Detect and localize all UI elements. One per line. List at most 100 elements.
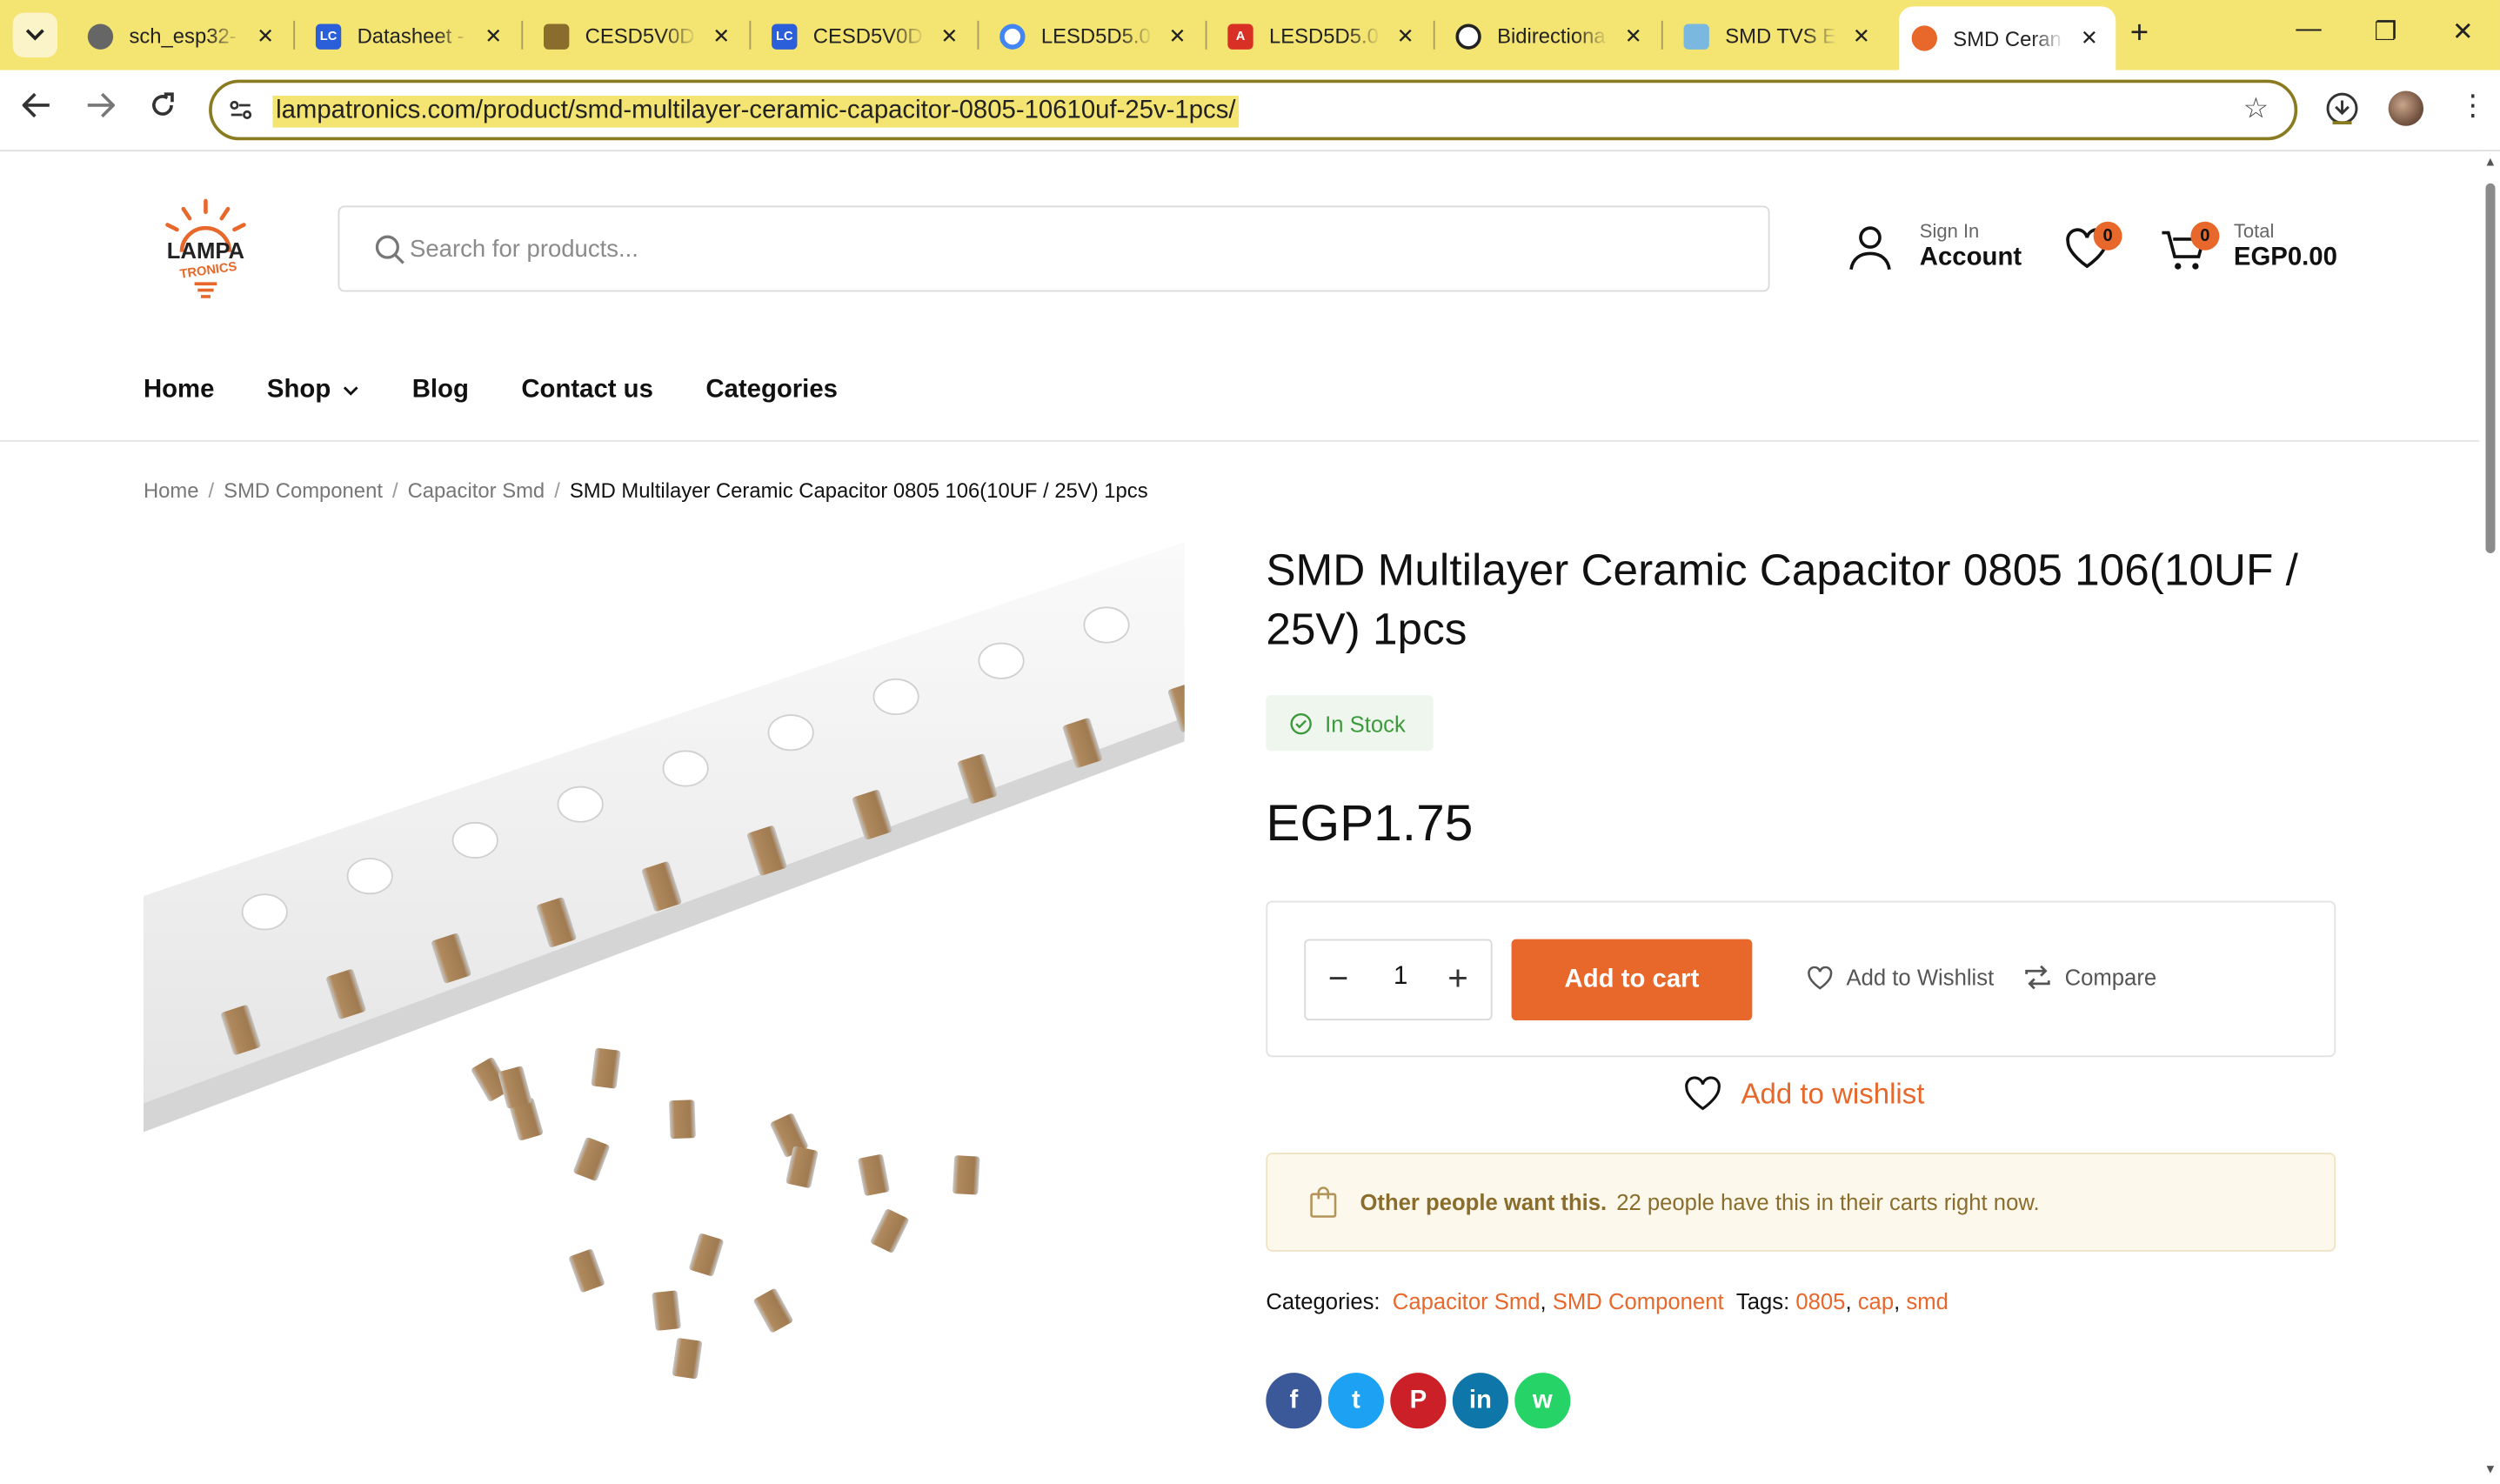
browser-tab[interactable]: sch_esp32- ✕	[75, 11, 282, 61]
reload-button[interactable]	[150, 92, 175, 125]
back-button[interactable]	[21, 92, 51, 125]
notice-bold: Other people want this.	[1360, 1189, 1608, 1215]
nav-shop[interactable]: Shop	[267, 377, 359, 405]
close-tab-icon[interactable]: ✕	[257, 23, 274, 49]
nav-categories[interactable]: Categories	[705, 377, 838, 405]
nav-home[interactable]: Home	[144, 377, 214, 405]
stock-status-badge: In Stock	[1266, 695, 1434, 752]
close-tab-icon[interactable]: ✕	[485, 23, 502, 49]
quantity-stepper: − 1 +	[1304, 939, 1493, 1021]
tab-title: CESD5V0D	[585, 23, 695, 48]
compare-link[interactable]: Compare	[2023, 965, 2156, 990]
scroll-down-arrow[interactable]: ▼	[2484, 1462, 2497, 1476]
quantity-decrease-button[interactable]: −	[1328, 959, 1349, 1000]
scroll-up-arrow[interactable]: ▲	[2484, 155, 2497, 169]
quantity-input[interactable]: 1	[1394, 963, 1407, 992]
whatsapp-share-icon[interactable]: w	[1514, 1373, 1571, 1429]
scrollbar-thumb[interactable]	[2485, 183, 2496, 554]
browser-menu-icon[interactable]: ⋮	[2458, 90, 2487, 123]
breadcrumb-smd-component[interactable]: SMD Component	[224, 478, 383, 502]
tab-title: SMD Ceran	[1953, 26, 2062, 50]
product-image[interactable]	[143, 542, 1185, 1395]
tab-search-button[interactable]	[12, 12, 57, 57]
openai-icon	[1455, 23, 1481, 49]
add-to-wishlist-link[interactable]: Add to Wishlist	[1807, 965, 1994, 990]
account-link[interactable]: Sign In Account	[1846, 220, 2022, 272]
tab-separator	[293, 20, 296, 50]
forward-button[interactable]	[86, 92, 116, 125]
breadcrumb-capacitor-smd[interactable]: Capacitor Smd	[408, 478, 545, 502]
pinterest-share-icon[interactable]: P	[1390, 1373, 1447, 1429]
search-icon[interactable]	[375, 234, 407, 266]
tab-separator	[1661, 20, 1663, 50]
browser-tab[interactable]: LESD5D5.0 ✕	[987, 11, 1194, 61]
browser-tab[interactable]: LC CESD5V0D ✕	[759, 11, 966, 61]
close-tab-icon[interactable]: ✕	[1853, 23, 1870, 49]
product-search-box[interactable]	[338, 205, 1770, 292]
facebook-share-icon[interactable]: f	[1266, 1373, 1322, 1429]
site-logo[interactable]: LAMPA TRONICS	[157, 197, 256, 299]
address-bar[interactable]: lampatronics.com/product/smd-multilayer-…	[209, 79, 2298, 141]
breadcrumb-home[interactable]: Home	[144, 478, 199, 502]
tag-link[interactable]: smd	[1906, 1288, 1948, 1314]
stock-label: In Stock	[1325, 710, 1406, 736]
restore-button[interactable]: ❐	[2374, 16, 2396, 48]
chevron-down-icon	[25, 29, 44, 41]
browser-tab[interactable]: LC Datasheet - ✕	[303, 11, 510, 61]
page-scrollbar[interactable]: ▲ ▼	[2479, 151, 2500, 1484]
add-to-wishlist-large-label: Add to wishlist	[1741, 1077, 1925, 1109]
categories-label: Categories:	[1266, 1287, 1380, 1314]
nav-contact[interactable]: Contact us	[521, 377, 653, 405]
browser-tab[interactable]: Bidirectiona ✕	[1443, 11, 1650, 61]
product-price: EGP1.75	[1266, 793, 1474, 852]
compare-label: Compare	[2064, 964, 2157, 991]
close-tab-icon[interactable]: ✕	[2081, 25, 2098, 50]
url-text[interactable]: lampatronics.com/product/smd-multilayer-…	[272, 95, 1240, 128]
add-to-cart-button[interactable]: Add to cart	[1511, 939, 1753, 1021]
total-label: Total	[2233, 219, 2275, 243]
social-share: f t Pin w	[1266, 1373, 1576, 1429]
lc-icon: LC	[772, 23, 798, 49]
search-input[interactable]	[410, 229, 1718, 268]
tab-title: SMD TVS E	[1725, 23, 1837, 48]
close-tab-icon[interactable]: ✕	[1169, 23, 1186, 49]
tag-link[interactable]: cap	[1858, 1288, 1894, 1314]
browser-tab[interactable]: SMD TVS E ✕	[1671, 11, 1878, 61]
close-tab-icon[interactable]: ✕	[1397, 23, 1414, 49]
new-tab-button[interactable]: +	[2130, 16, 2149, 52]
site-info-icon[interactable]	[228, 97, 253, 123]
browser-window: sch_esp32- ✕ LC Datasheet - ✕ CESD5V0D ✕ LC CESD…	[0, 0, 2500, 1484]
download-button[interactable]	[2324, 90, 2359, 133]
cart-demand-notice: Other people want this. 22 people have t…	[1266, 1153, 2336, 1252]
tab-separator	[749, 20, 752, 50]
globe-icon	[87, 23, 114, 49]
heart-icon	[1685, 1076, 1721, 1111]
breadcrumb: Home / SMD Component / Capacitor Smd / SMD Mul…	[143, 478, 1148, 503]
add-to-wishlist-large-link[interactable]: Add to wishlist	[1684, 1076, 1925, 1111]
arrow-right-icon	[87, 92, 116, 118]
nav-blog[interactable]: Blog	[412, 377, 469, 405]
category-link[interactable]: Capacitor Smd	[1393, 1288, 1541, 1314]
tab-title: Bidirectiona	[1497, 23, 1606, 48]
tag-link[interactable]: 0805	[1795, 1288, 1845, 1314]
close-tab-icon[interactable]: ✕	[712, 23, 730, 49]
browser-tab[interactable]: SMD Ceran ✕	[1898, 6, 2116, 70]
close-tab-icon[interactable]: ✕	[940, 23, 958, 49]
close-tab-icon[interactable]: ✕	[1625, 23, 1642, 49]
bookmark-star-icon[interactable]: ☆	[2243, 92, 2269, 125]
tab-separator	[521, 20, 524, 50]
minimize-button[interactable]: —	[2296, 16, 2321, 44]
cart-total[interactable]: Total EGP0.00	[2234, 220, 2337, 272]
close-window-button[interactable]: ✕	[2452, 16, 2474, 48]
account-label: Account	[1919, 244, 2022, 271]
category-link[interactable]: SMD Component	[1553, 1288, 1724, 1314]
tab-separator	[977, 20, 979, 50]
linkedin-share-icon[interactable]: in	[1452, 1373, 1508, 1429]
twitter-share-icon[interactable]: t	[1327, 1373, 1384, 1429]
quantity-increase-button[interactable]: +	[1447, 959, 1468, 1000]
profile-avatar[interactable]	[2388, 90, 2424, 126]
browser-tab[interactable]: CESD5V0D ✕	[531, 11, 738, 61]
browser-tab[interactable]: A LESD5D5.0 ✕	[1215, 11, 1422, 61]
tab-title: Datasheet -	[357, 23, 465, 48]
heart-icon	[1808, 965, 1833, 989]
